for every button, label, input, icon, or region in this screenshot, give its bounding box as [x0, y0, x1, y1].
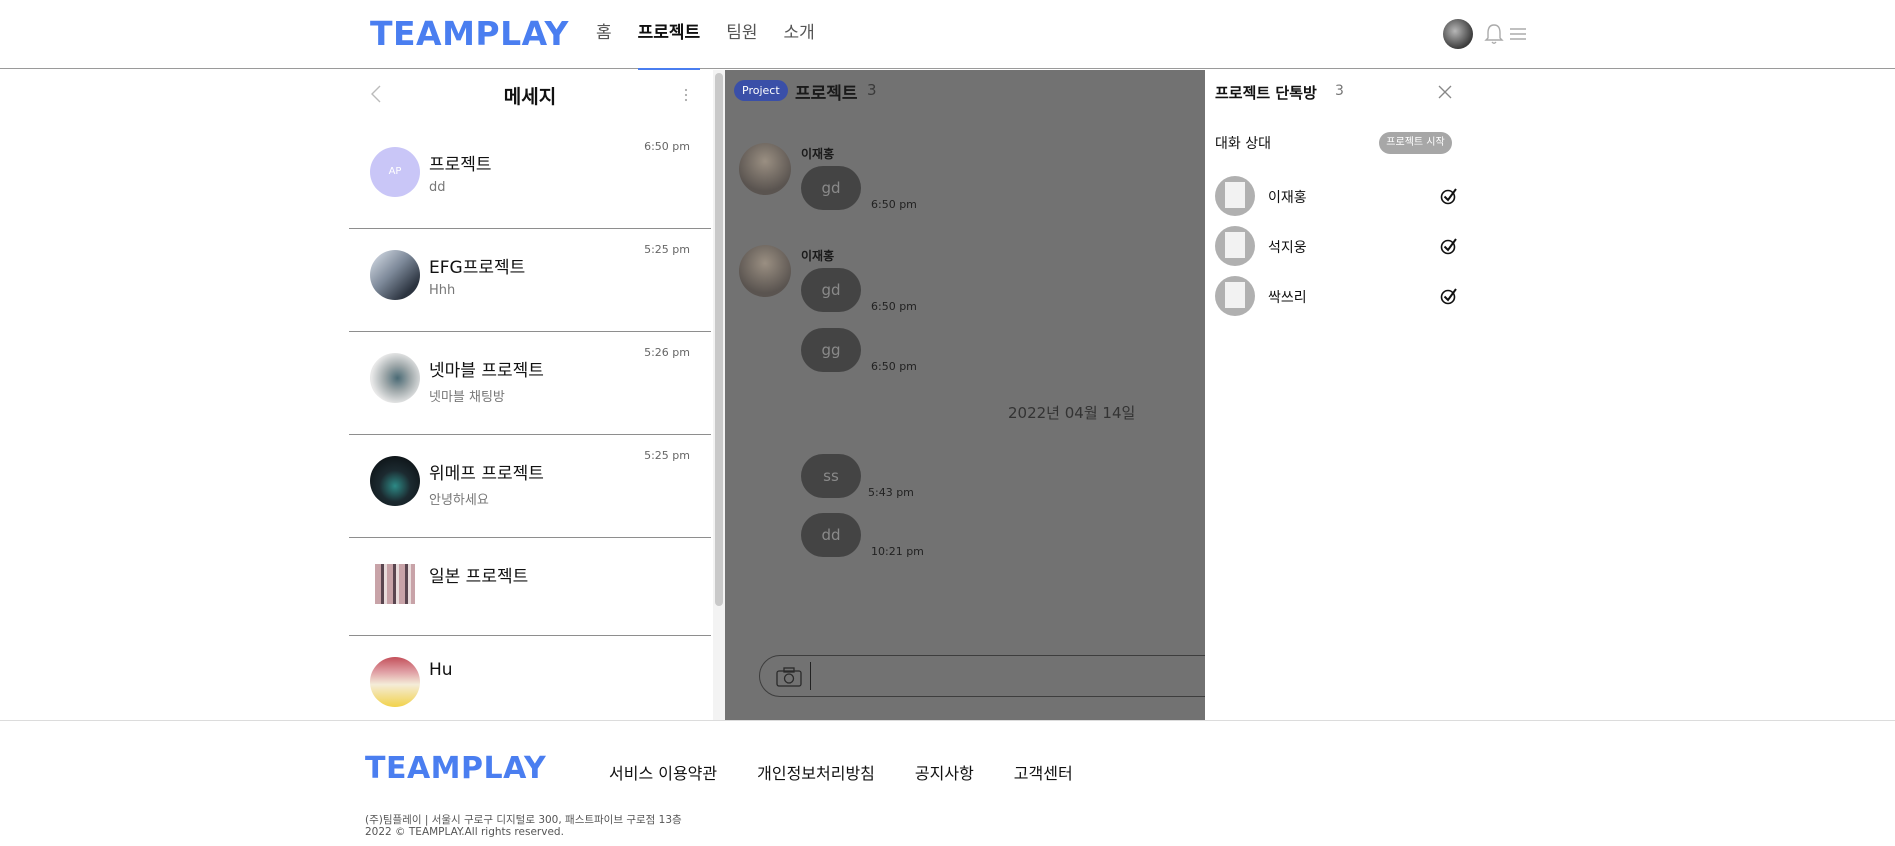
check-icon [1440, 188, 1457, 205]
chat-item[interactable]: 일본 프로젝트 [349, 538, 711, 636]
chat-name: 위메프 프로젝트 [429, 464, 544, 484]
nav-project[interactable]: 프로젝트 [637, 0, 700, 70]
bell-icon[interactable] [1483, 22, 1505, 46]
footer-link-privacy[interactable]: 개인정보처리방침 [757, 760, 875, 784]
check-icon [1440, 288, 1457, 305]
chat-item[interactable]: EFG프로젝트 Hhh 5:25 pm [349, 229, 711, 332]
footer-link-notice[interactable]: 공지사항 [915, 760, 974, 784]
close-icon[interactable] [1437, 84, 1453, 100]
partner-label: 대화 상대 [1215, 136, 1271, 152]
chat-name: 프로젝트 [429, 155, 492, 175]
nav-about[interactable]: 소개 [783, 0, 814, 69]
message-time: 10:21 pm [871, 545, 924, 558]
chat-preview: dd [429, 180, 446, 195]
sender-name: 이재홍 [801, 249, 835, 263]
chat-name: 일본 프로젝트 [429, 567, 529, 587]
message-input[interactable] [759, 655, 1205, 697]
member-name: 이재홍 [1268, 190, 1307, 206]
message-time: 6:50 pm [871, 360, 917, 373]
hamburger-menu-icon[interactable] [1508, 25, 1528, 43]
message-time: 6:50 pm [871, 198, 917, 211]
camera-icon[interactable] [776, 667, 802, 687]
copyright: 2022 © TEAMPLAY.All rights reserved. [365, 826, 564, 838]
chat-list: AP 프로젝트 dd 6:50 pm EFG프로젝트 Hhh 5:25 pm 넷… [349, 126, 711, 720]
member-name: 싹쓰리 [1268, 290, 1307, 306]
member-item[interactable]: 싹쓰리 [1215, 276, 1457, 318]
member-avatar [1215, 226, 1255, 266]
chat-avatar [375, 564, 415, 604]
footer: TEAMPLAY 서비스 이용약관 개인정보처리방침 공지사항 고객센터 (주)… [0, 720, 1895, 846]
project-badge: Project [734, 80, 788, 101]
sender-name: 이재홍 [801, 147, 835, 161]
more-options-icon[interactable] [683, 87, 689, 103]
member-avatar [1215, 276, 1255, 316]
sidebar-title: 메세지 [503, 86, 557, 108]
member-item[interactable]: 이재홍 [1215, 176, 1457, 218]
top-header: TEAMPLAY 홈 프로젝트 팀원 소개 [0, 0, 1895, 70]
sender-avatar [739, 143, 791, 195]
chat-preview: 넷마블 채팅방 [429, 390, 505, 405]
footer-link-support[interactable]: 고객센터 [1014, 760, 1073, 784]
room-member-count: 3 [867, 81, 877, 99]
user-avatar[interactable] [1443, 19, 1473, 49]
scrollbar-thumb[interactable] [715, 73, 723, 606]
project-start-button[interactable]: 프로젝트 시작 [1379, 132, 1452, 154]
message-time: 5:43 pm [868, 486, 914, 499]
chat-avatar [370, 456, 420, 506]
chat-item[interactable]: Hu [349, 636, 711, 720]
chat-name: 넷마블 프로젝트 [429, 361, 544, 381]
room-title: 프로젝트 [795, 84, 858, 104]
main-nav: 홈 프로젝트 팀원 소개 [596, 0, 841, 70]
panel-member-count: 3 [1335, 83, 1344, 99]
footer-logo[interactable]: TEAMPLAY [365, 751, 546, 786]
logo[interactable]: TEAMPLAY [370, 14, 569, 53]
chat-avatar [370, 353, 420, 403]
message-bubble: dd [801, 513, 861, 557]
chat-name: Hu [429, 660, 453, 680]
member-item[interactable]: 석지웅 [1215, 226, 1457, 268]
footer-link-terms[interactable]: 서비스 이용약관 [609, 760, 717, 784]
chat-time: 5:26 pm [644, 346, 690, 359]
footer-info: (주)팀플레이 | 서울시 구로구 디지털로 300, 패스트파이브 구로점 1… [365, 814, 682, 838]
nav-members[interactable]: 팀원 [726, 0, 757, 69]
chat-name: EFG프로젝트 [429, 258, 526, 278]
message-time: 6:50 pm [871, 300, 917, 313]
message-bubble: ss [801, 454, 861, 498]
member-avatar [1215, 176, 1255, 216]
check-icon [1440, 238, 1457, 255]
chat-item[interactable]: 위메프 프로젝트 안녕하세요 5:25 pm [349, 435, 711, 538]
company-address: (주)팀플레이 | 서울시 구로구 디지털로 300, 패스트파이브 구로점 1… [365, 814, 682, 826]
member-name: 석지웅 [1268, 240, 1307, 256]
message-bubble: gg [801, 328, 861, 372]
chat-item[interactable]: AP 프로젝트 dd 6:50 pm [349, 126, 711, 229]
chat-time: 6:50 pm [644, 140, 690, 153]
text-caret [810, 662, 811, 690]
message-sidebar: 메세지 AP 프로젝트 dd 6:50 pm EFG프로젝트 Hhh 5:25 … [349, 70, 711, 720]
message-bubble: gd [801, 268, 861, 312]
chat-item[interactable]: 넷마블 프로젝트 넷마블 채팅방 5:26 pm [349, 332, 711, 435]
group-chat-panel: 프로젝트 단톡방 3 대화 상대 프로젝트 시작 이재홍 석지웅 싹쓰리 [1205, 70, 1465, 720]
nav-home[interactable]: 홈 [596, 0, 612, 69]
chat-time: 5:25 pm [644, 449, 690, 462]
chat-time: 5:25 pm [644, 243, 690, 256]
footer-links: 서비스 이용약관 개인정보처리방침 공지사항 고객센터 [609, 760, 1113, 784]
date-separator: 2022년 04월 14일 [1008, 404, 1136, 422]
chat-avatar: AP [370, 147, 420, 197]
chat-room: Project 프로젝트 3 이재홍 gd 6:50 pm 이재홍 gd 6:5… [725, 70, 1205, 720]
panel-title: 프로젝트 단톡방 [1215, 84, 1317, 102]
message-bubble: gd [801, 166, 861, 210]
sender-avatar [739, 245, 791, 297]
chat-preview: Hhh [429, 283, 456, 298]
chat-preview: 안녕하세요 [429, 493, 489, 508]
chat-avatar [370, 657, 420, 707]
chat-avatar [370, 250, 420, 300]
